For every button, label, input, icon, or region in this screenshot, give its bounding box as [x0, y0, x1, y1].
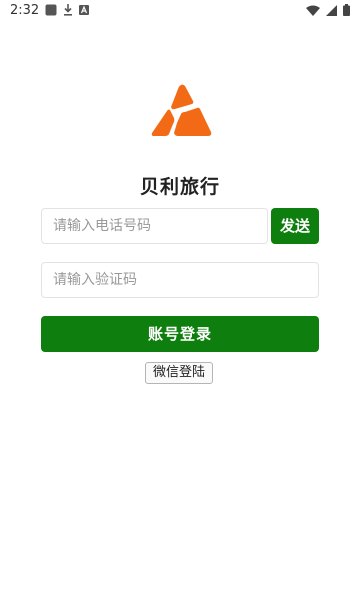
- download-icon: [63, 4, 73, 16]
- wechat-login-button[interactable]: 微信登陆: [145, 362, 213, 384]
- status-left: 2:32: [10, 2, 90, 18]
- battery-icon: [343, 4, 350, 16]
- verification-code-input[interactable]: 请输入验证码: [41, 262, 319, 298]
- wifi-icon: [306, 5, 320, 16]
- account-login-button[interactable]: 账号登录: [41, 316, 319, 352]
- status-right: [306, 4, 350, 16]
- phone-number-input[interactable]: 请输入电话号码: [41, 208, 268, 244]
- app-name: 贝利旅行: [139, 176, 220, 198]
- font-a-icon: [79, 5, 90, 15]
- app-notification-icon: [45, 4, 57, 16]
- status-time: 2:32: [10, 2, 40, 18]
- send-code-button[interactable]: 发送: [271, 208, 319, 244]
- status-bar: 2:32: [0, 0, 360, 20]
- cellular-signal-icon: [326, 4, 337, 16]
- triangle-logo-icon: [150, 84, 212, 138]
